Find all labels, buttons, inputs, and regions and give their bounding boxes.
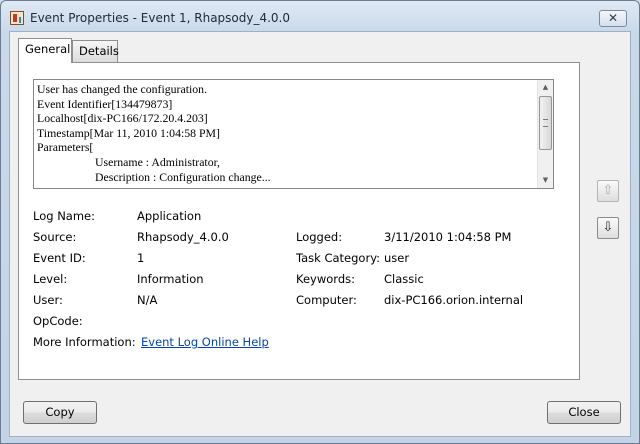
scroll-up-arrow-icon[interactable]: ▲ xyxy=(538,80,553,95)
event-message-text: User has changed the configuration. Event… xyxy=(37,82,537,184)
keywords-label: Keywords: xyxy=(296,272,355,286)
computer-label: Computer: xyxy=(296,293,357,307)
more-information-label: More Information: xyxy=(33,335,136,349)
message-line: Event Identifier[134479873] xyxy=(37,96,173,111)
log-name-label: Log Name: xyxy=(33,209,95,223)
keywords-value: Classic xyxy=(384,272,424,286)
message-vertical-scrollbar[interactable]: ▲ ▼ xyxy=(537,80,553,188)
title-bar[interactable]: Event Properties - Event 1, Rhapsody_4.0… xyxy=(1,1,639,31)
event-id-value: 1 xyxy=(137,251,145,265)
scroll-thumb[interactable] xyxy=(539,96,552,150)
event-id-label: Event ID: xyxy=(33,251,86,265)
level-label: Level: xyxy=(33,272,68,286)
message-line: Timestamp[Mar 11, 2010 1:04:58 PM] xyxy=(37,125,220,140)
logged-value: 3/11/2010 1:04:58 PM xyxy=(384,230,512,244)
user-label: User: xyxy=(33,293,63,307)
task-category-label: Task Category: xyxy=(296,251,381,265)
message-line: Localhost[dix-PC166/172.20.4.203] xyxy=(37,111,208,126)
logged-label: Logged: xyxy=(296,230,343,244)
event-properties-window: Event Properties - Event 1, Rhapsody_4.0… xyxy=(0,0,640,444)
close-button[interactable]: Close xyxy=(547,401,621,424)
dialog-client-area: General Details User has changed the con… xyxy=(9,31,631,437)
event-viewer-app-icon xyxy=(10,11,24,25)
tab-details[interactable]: Details xyxy=(72,40,119,62)
window-close-button[interactable]: ✕ xyxy=(599,10,627,27)
computer-value: dix-PC166.orion.internal xyxy=(384,293,524,307)
copy-button[interactable]: Copy xyxy=(23,401,97,424)
message-line: Username : Administrator, xyxy=(95,154,221,169)
next-event-arrow-icon[interactable]: ⇩ xyxy=(597,217,619,239)
previous-event-arrow-icon[interactable]: ⇧ xyxy=(597,180,619,202)
message-line: Description : Configuration change... xyxy=(95,169,271,184)
event-log-online-help-link[interactable]: Event Log Online Help xyxy=(141,335,269,349)
task-category-value: user xyxy=(384,251,410,265)
opcode-label: OpCode: xyxy=(33,314,83,328)
log-name-value: Application xyxy=(137,209,202,223)
message-line: User has changed the configuration. xyxy=(37,82,208,96)
general-tab-panel: User has changed the configuration. Event… xyxy=(18,62,580,380)
message-line: Parameters[ xyxy=(37,140,94,155)
event-message-textbox[interactable]: User has changed the configuration. Event… xyxy=(33,79,554,189)
tab-general[interactable]: General xyxy=(18,38,72,63)
level-value: Information xyxy=(137,272,204,286)
scroll-down-arrow-icon[interactable]: ▼ xyxy=(538,173,553,188)
user-value: N/A xyxy=(137,293,158,307)
source-label: Source: xyxy=(33,230,77,244)
window-title: Event Properties - Event 1, Rhapsody_4.0… xyxy=(30,11,291,25)
source-value: Rhapsody_4.0.0 xyxy=(137,230,229,244)
